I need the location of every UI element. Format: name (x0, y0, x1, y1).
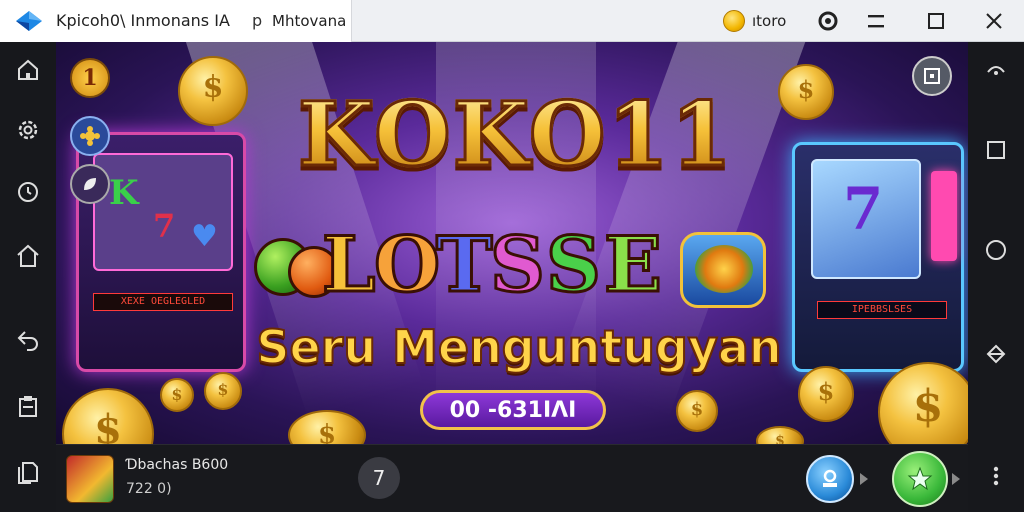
gold-coin (878, 362, 968, 444)
title-bar: Kpicoh0\ Inmonans IA p Mhtovana ıtoro (0, 0, 1024, 42)
gold-coin (798, 366, 854, 422)
left-machine-display: XEXE OEGLEGLED (93, 293, 233, 311)
copy-files-icon (18, 462, 38, 484)
history-button[interactable] (8, 172, 48, 212)
person-icon (823, 469, 837, 487)
close-button[interactable] (978, 6, 1010, 36)
home-button[interactable] (8, 50, 48, 90)
clipboard-icon (19, 396, 37, 417)
reel-symbol: 7 (153, 207, 176, 245)
maximize-icon (928, 13, 944, 29)
game-title: KOKO11 (296, 81, 734, 188)
signal-icon (987, 66, 1005, 75)
home-circle-button[interactable] (976, 230, 1016, 270)
back-button[interactable] (8, 320, 48, 360)
back-arrow-icon (17, 331, 38, 351)
rotate-icon (986, 344, 1006, 364)
left-reels: K 7 ♥ (93, 153, 233, 271)
home-circle-icon (986, 240, 1006, 260)
window-subtitle: Mhtovana (272, 12, 347, 30)
right-sidebar (968, 42, 1024, 512)
emulator-window: Kpicoh0\ Inmonans IA p Mhtovana ıtoro K … (0, 0, 1024, 512)
reel-symbol: ♥ (191, 219, 218, 254)
coin-count: ıtoro (752, 12, 787, 30)
gold-coin (756, 426, 804, 444)
left-sidebar (0, 42, 56, 512)
bottom-bar: Ɗbachas B600 722 0) 7 (56, 444, 968, 512)
window-title: Kpicoh0\ Inmonans IA (56, 11, 230, 30)
bonus-button[interactable] (70, 116, 110, 156)
flower-icon (80, 126, 100, 146)
app-tab[interactable]: Kpicoh0\ Inmonans IA p Mhtovana (0, 0, 352, 42)
game-thumbnail[interactable] (66, 455, 114, 503)
hamburger-icon (868, 15, 884, 28)
slots-letter: T (435, 219, 495, 311)
menu-button[interactable] (860, 6, 892, 36)
slots-letter: E (603, 219, 664, 311)
caret-right-icon (952, 473, 960, 485)
right-machine-display: IPEBBSLSES (817, 301, 947, 319)
gold-coin (178, 56, 248, 126)
game-screen[interactable]: K 7 ♥ XEXE OEGLEGLED 7 IPEBBSLSES 1 (56, 42, 968, 444)
leaf-icon (84, 178, 96, 190)
gold-coin (204, 372, 242, 410)
location-pin-button[interactable] (812, 6, 844, 36)
home-outline-button[interactable] (8, 236, 48, 276)
right-slot-machine: 7 IPEBBSLSES (792, 142, 964, 372)
recent-apps-button[interactable] (976, 130, 1016, 170)
caret-right-icon (860, 473, 868, 485)
gold-coin (62, 388, 154, 444)
bowl-icon (680, 232, 766, 308)
fullscreen-button[interactable] (912, 56, 952, 96)
square-target-icon (924, 68, 940, 84)
files-button[interactable] (8, 452, 48, 492)
side-light (931, 171, 957, 261)
rotate-button[interactable] (976, 334, 1016, 374)
slots-letter: O (372, 219, 441, 311)
title-separator: p (252, 11, 263, 30)
app-logo-icon (16, 11, 42, 31)
right-reels: 7 (811, 159, 921, 279)
favorite-button[interactable] (892, 451, 948, 507)
slots-letter: S (489, 219, 547, 311)
game-subtitle: 722 0) (126, 481, 172, 497)
share-button[interactable] (806, 455, 854, 503)
signal-button[interactable] (976, 48, 1016, 88)
gold-coin (778, 64, 834, 120)
clipboard-button[interactable] (8, 386, 48, 426)
tagline: Seru Menguntugyan (255, 319, 782, 375)
settings-gear-icon (18, 120, 38, 140)
close-icon (986, 13, 1002, 29)
slots-letter: S (545, 219, 603, 311)
slots-letter: L (320, 219, 376, 311)
game-name: Ɗbachas B600 (126, 457, 229, 473)
recent-apps-icon (987, 141, 1005, 159)
history-icon (18, 182, 38, 202)
reel-symbol: K (109, 173, 139, 213)
gold-coin (676, 390, 718, 432)
jackpot-button[interactable]: 00 -631ΙΛΙ (420, 390, 606, 430)
gold-coin (288, 410, 366, 444)
home-icon (18, 59, 38, 80)
reel-symbol: 7 (843, 175, 884, 243)
coin-icon[interactable] (723, 10, 745, 32)
star-icon (907, 466, 933, 491)
maximize-button[interactable] (920, 6, 952, 36)
location-pin-icon (818, 11, 838, 31)
more-vertical-icon (993, 466, 999, 486)
settings-button[interactable] (8, 110, 48, 150)
number-badge[interactable]: 7 (358, 457, 400, 499)
level-badge[interactable]: 1 (70, 58, 110, 98)
house-outline-icon (17, 244, 39, 267)
more-options-button[interactable] (976, 456, 1016, 496)
sound-button[interactable] (70, 164, 110, 204)
gold-coin (160, 378, 194, 412)
